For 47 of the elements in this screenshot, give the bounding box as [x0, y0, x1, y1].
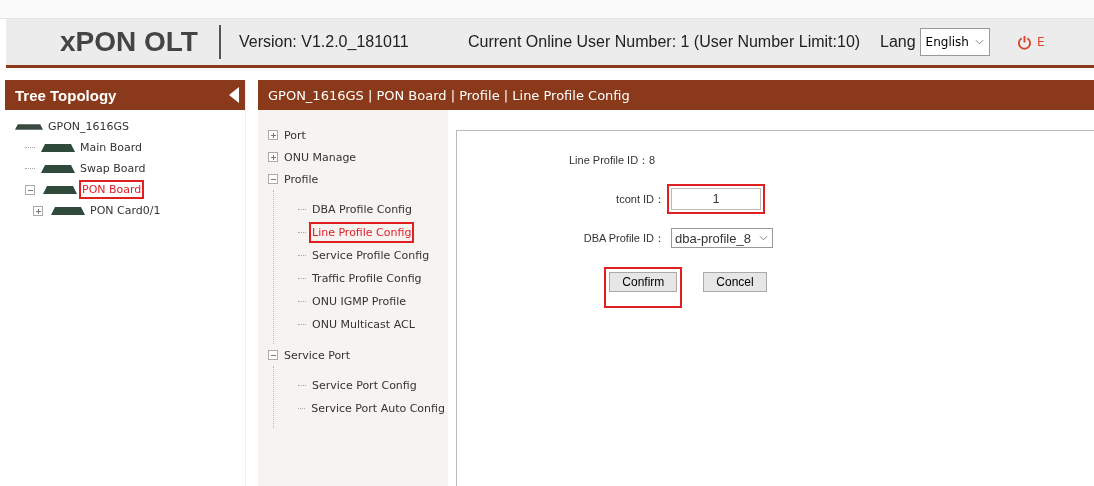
- expander-icon[interactable]: [268, 174, 278, 184]
- sidebar-title: Tree Topology: [15, 86, 117, 104]
- expander-icon[interactable]: [268, 152, 278, 162]
- menu-group[interactable]: ONU Manage: [284, 150, 357, 164]
- menu-item[interactable]: DBA Profile Config: [309, 199, 416, 220]
- tree-item[interactable]: PON Card0/1: [87, 201, 164, 220]
- field-label: DBA Profile ID：: [582, 230, 666, 246]
- field-label: Line Profile ID：8: [568, 152, 657, 168]
- expander-icon[interactable]: [268, 130, 278, 140]
- menu-group[interactable]: Service Port: [284, 348, 350, 362]
- board-icon: [41, 143, 75, 152]
- menu-item[interactable]: Line Profile Config: [309, 222, 415, 243]
- tree-item[interactable]: PON Board: [79, 180, 145, 199]
- chevron-down-icon: [974, 39, 984, 45]
- menu-item[interactable]: Service Port Auto Config: [308, 398, 448, 419]
- field-label: tcont ID：: [615, 191, 666, 207]
- menu-item[interactable]: ONU IGMP Profile: [309, 291, 410, 312]
- board-icon: [43, 185, 77, 194]
- online-users-text: Current Online User Number: 1 (User Number Limit:10): [468, 33, 862, 51]
- power-icon[interactable]: [1016, 34, 1032, 50]
- logout-link[interactable]: E: [1036, 35, 1045, 49]
- lang-label: Lang: [880, 33, 916, 51]
- tree-item[interactable]: GPON_1616GS: [45, 117, 133, 136]
- menu-group[interactable]: Port: [284, 128, 306, 142]
- expander-icon[interactable]: [33, 205, 43, 216]
- menu-item[interactable]: Service Port Config: [309, 375, 420, 396]
- language-select[interactable]: English: [919, 28, 990, 56]
- tcont-id-input[interactable]: 1: [667, 184, 765, 214]
- menu-item[interactable]: Traffic Profile Config: [309, 268, 425, 289]
- board-icon: [51, 206, 85, 215]
- dba-profile-select[interactable]: dba-profile_8: [671, 228, 773, 248]
- tree-item[interactable]: Main Board: [77, 138, 146, 157]
- expander-icon[interactable]: [268, 350, 278, 360]
- version-text: Version: V1.2.0_181011: [239, 33, 410, 51]
- confirm-button[interactable]: Confirm: [604, 267, 683, 308]
- tree-item[interactable]: Swap Board: [77, 159, 149, 178]
- collapse-arrow-icon[interactable]: [229, 87, 239, 103]
- board-icon: [41, 164, 75, 173]
- chevron-down-icon: [758, 235, 768, 241]
- menu-item[interactable]: ONU Multicast ACL: [309, 314, 418, 335]
- cancel-button[interactable]: Concel: [698, 267, 772, 308]
- breadcrumb-text: GPON_1616GS | PON Board | Profile | Line Profile Config: [268, 87, 630, 103]
- logo-text: xPON OLT: [60, 26, 199, 58]
- device-icon: [15, 123, 43, 130]
- expander-icon[interactable]: [25, 184, 35, 195]
- menu-item[interactable]: Service Profile Config: [309, 245, 433, 266]
- menu-group[interactable]: Profile: [284, 172, 319, 186]
